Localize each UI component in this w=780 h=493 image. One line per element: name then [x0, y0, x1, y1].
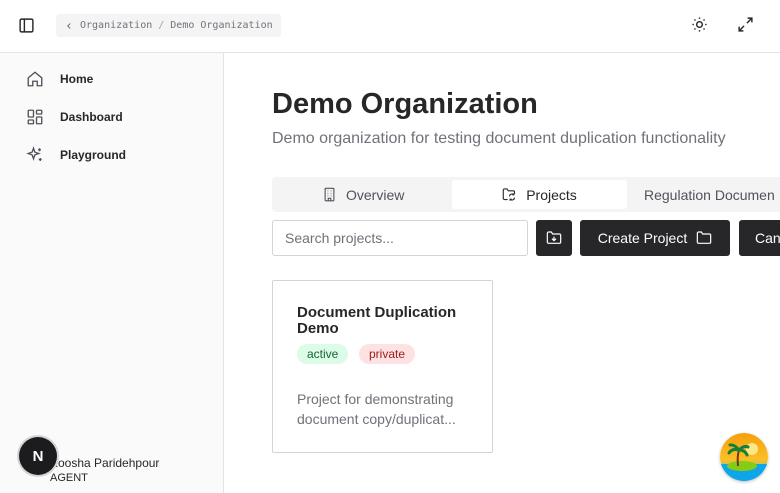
create-project-label: Create Project [597, 230, 688, 246]
page-subtitle: Demo organization for testing document d… [272, 130, 726, 147]
truncated-button-label: Can [755, 230, 780, 246]
tab-label: Regulation Documen [644, 186, 775, 203]
dashboard-icon [27, 109, 43, 125]
page-title: Demo Organization [272, 88, 538, 120]
sidebar: Home Dashboard Playground Koosha Parideh… [0, 53, 224, 493]
truncated-action-button[interactable]: Can [739, 220, 780, 256]
user-role: AGENT [50, 472, 88, 484]
sparkles-icon [26, 146, 42, 161]
tab-label: Overview [346, 186, 405, 203]
description-line: Project for demonstrating [297, 391, 454, 407]
status-badge-active: active [297, 344, 349, 364]
tab-regulation-documents[interactable]: Regulation Documen [644, 180, 775, 209]
sidebar-item-label: Playground [60, 148, 127, 162]
chevron-left-icon[interactable] [64, 21, 74, 31]
folder-sync-icon [502, 188, 516, 201]
sidebar-item-dashboard[interactable]: Dashboard [26, 106, 123, 128]
sun-icon[interactable] [691, 16, 708, 33]
tab-projects[interactable]: Projects [452, 180, 627, 209]
breadcrumb: Organization / Demo Organization [56, 14, 281, 37]
home-icon [27, 71, 43, 87]
visibility-badge-private: private [359, 344, 416, 364]
expand-icon[interactable] [737, 16, 754, 33]
building-icon [324, 187, 335, 202]
import-button[interactable] [536, 220, 572, 256]
island-assistant-widget[interactable] [720, 433, 768, 481]
breadcrumb-item-organization[interactable]: Organization [80, 20, 152, 31]
breadcrumb-item-current: Demo Organization [170, 20, 273, 31]
project-card-title: Document Duplication Demo [297, 304, 457, 337]
create-project-button[interactable]: Create Project [580, 220, 730, 256]
breadcrumb-separator: / [158, 20, 165, 31]
sidebar-item-label: Home [60, 72, 94, 86]
project-card[interactable]: Document Duplication Demo active private… [272, 280, 493, 453]
avatar[interactable]: N [19, 437, 57, 475]
sidebar-item-playground[interactable]: Playground [26, 144, 126, 166]
user-name[interactable]: Koosha Paridehpour [50, 456, 159, 470]
tab-label: Projects [526, 186, 577, 203]
folder-import-icon [546, 231, 562, 244]
island-icon [720, 433, 768, 481]
sidebar-toggle-icon[interactable] [18, 17, 35, 34]
search-input[interactable] [272, 220, 528, 256]
sidebar-item-label: Dashboard [60, 110, 123, 124]
tab-overview[interactable]: Overview [322, 180, 404, 209]
top-header: Organization / Demo Organization [0, 0, 780, 53]
description-line: document copy/duplicat... [297, 411, 456, 427]
sidebar-item-home[interactable]: Home [26, 68, 93, 90]
project-card-description: Project for demonstrating document copy/… [297, 389, 469, 429]
folder-icon [696, 231, 712, 244]
tab-bar: Overview Projects Regulation Documen [272, 177, 780, 212]
